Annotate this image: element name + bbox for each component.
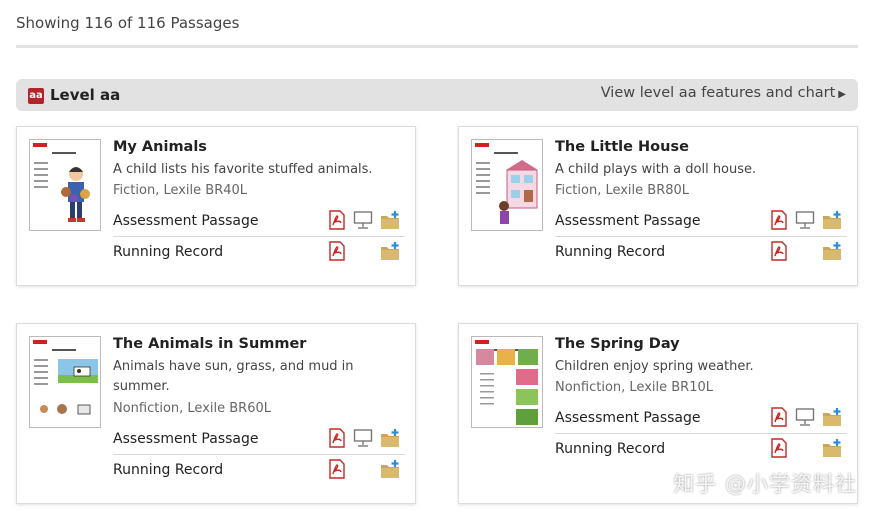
- passage-description: Animals have sun, grass, and mud in summ…: [113, 359, 354, 394]
- projector-icon[interactable]: [353, 428, 373, 448]
- passage-title[interactable]: The Spring Day: [555, 336, 680, 352]
- level-title: Level aa: [50, 86, 121, 104]
- passage-thumbnail[interactable]: [471, 336, 543, 428]
- running-record-row: Running Record: [555, 435, 847, 465]
- pdf-icon[interactable]: [769, 241, 789, 261]
- row-label: Assessment Passage: [113, 213, 259, 229]
- watermark: 知乎 @小学资料社: [673, 472, 857, 496]
- assessment-passage-row: Assessment Passage: [113, 425, 405, 455]
- level-header-bar: aa Level aa View level aa features and c…: [16, 79, 858, 111]
- passage-title[interactable]: The Animals in Summer: [113, 336, 306, 352]
- row-label: Running Record: [113, 244, 224, 260]
- pdf-icon[interactable]: [327, 459, 347, 479]
- passage-card: The Animals in Summer Animals have sun, …: [16, 323, 416, 504]
- running-record-row: Running Record: [555, 238, 847, 268]
- add-to-folder-icon[interactable]: [822, 407, 842, 427]
- passage-thumbnail[interactable]: [29, 139, 101, 231]
- results-count: Showing 116 of 116 Passages: [16, 14, 240, 32]
- passage-description: A child lists his favorite stuffed anima…: [113, 162, 373, 177]
- add-to-folder-icon[interactable]: [380, 210, 400, 230]
- caret-right-icon: ▶: [838, 89, 846, 100]
- projector-icon[interactable]: [795, 210, 815, 230]
- pdf-icon[interactable]: [327, 210, 347, 230]
- pdf-icon[interactable]: [327, 241, 347, 261]
- passage-title[interactable]: The Little House: [555, 139, 689, 155]
- pdf-icon[interactable]: [327, 428, 347, 448]
- passage-thumbnail[interactable]: [29, 336, 101, 428]
- add-to-folder-icon[interactable]: [380, 459, 400, 479]
- pdf-icon[interactable]: [769, 438, 789, 458]
- add-to-folder-icon[interactable]: [822, 210, 842, 230]
- add-to-folder-icon[interactable]: [380, 428, 400, 448]
- add-to-folder-icon[interactable]: [380, 241, 400, 261]
- row-label: Running Record: [555, 441, 666, 457]
- assessment-passage-row: Assessment Passage: [555, 404, 847, 434]
- passage-description: Children enjoy spring weather.: [555, 359, 754, 374]
- passage-meta: Nonfiction, Lexile BR10L: [555, 380, 713, 395]
- passage-thumbnail[interactable]: [471, 139, 543, 231]
- level-badge-icon: aa: [28, 88, 44, 104]
- boy-illustration-icon: [61, 167, 90, 222]
- running-record-row: Running Record: [113, 238, 405, 268]
- projector-icon[interactable]: [795, 407, 815, 427]
- pdf-icon[interactable]: [769, 407, 789, 427]
- projector-icon[interactable]: [353, 210, 373, 230]
- row-label: Running Record: [555, 244, 666, 260]
- assessment-passage-row: Assessment Passage: [113, 207, 405, 237]
- passage-card: My Animals A child lists his favorite st…: [16, 126, 416, 286]
- passage-description: A child plays with a doll house.: [555, 162, 757, 177]
- passage-meta: Nonfiction, Lexile BR60L: [113, 401, 271, 416]
- farm-animals-illustration-icon: [40, 359, 98, 415]
- level-features-link-text: View level aa features and chart: [600, 85, 836, 101]
- doll-house-illustration-icon: [499, 160, 538, 224]
- passage-title[interactable]: My Animals: [113, 139, 207, 155]
- running-record-row: Running Record: [113, 456, 405, 486]
- spring-photos-illustration-icon: [476, 349, 538, 425]
- passage-card: The Little House A child plays with a do…: [458, 126, 858, 286]
- row-label: Running Record: [113, 462, 224, 478]
- row-label: Assessment Passage: [555, 213, 701, 229]
- row-label: Assessment Passage: [555, 410, 701, 426]
- add-to-folder-icon[interactable]: [822, 241, 842, 261]
- pdf-icon[interactable]: [769, 210, 789, 230]
- top-divider: [16, 45, 858, 48]
- assessment-passage-row: Assessment Passage: [555, 207, 847, 237]
- passage-meta: Fiction, Lexile BR40L: [113, 183, 248, 198]
- passage-meta: Fiction, Lexile BR80L: [555, 183, 690, 198]
- add-to-folder-icon[interactable]: [822, 438, 842, 458]
- level-features-link[interactable]: View level aa features and chart ▶: [601, 85, 846, 101]
- row-label: Assessment Passage: [113, 431, 259, 447]
